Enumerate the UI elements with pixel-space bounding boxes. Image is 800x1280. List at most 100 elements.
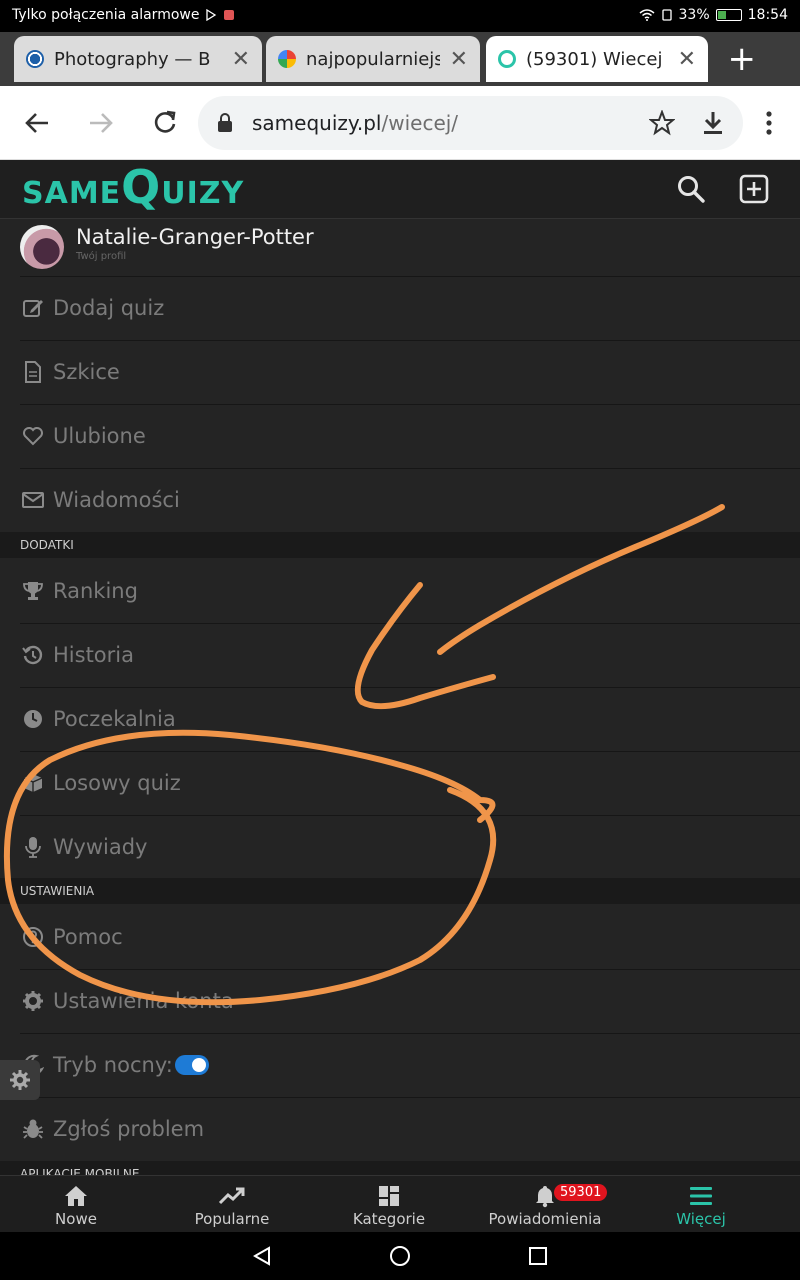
menu-item-label: Ustawienia konta xyxy=(53,989,234,1013)
clock-time: 18:54 xyxy=(747,7,788,23)
menu-item-tryb-nocny[interactable]: Tryb nocny: xyxy=(0,1033,800,1097)
back-button[interactable] xyxy=(20,106,54,140)
menu-item-zglos-problem[interactable]: Zgłoś problem xyxy=(0,1097,800,1161)
samequizy-favicon xyxy=(498,50,516,68)
forward-button[interactable] xyxy=(84,106,118,140)
battery-icon xyxy=(715,9,742,21)
menu-item-ranking[interactable]: Ranking xyxy=(0,559,800,623)
menu-item-pomoc[interactable]: Pomoc xyxy=(0,905,800,969)
nav-nowe[interactable]: Nowe xyxy=(1,1176,151,1233)
tab-title: najpopularniejsze xyxy=(306,48,440,70)
menu-item-label: Poczekalnia xyxy=(53,707,176,731)
profile-row[interactable]: Natalie-Granger-Potter Twój profil xyxy=(0,219,800,277)
trophy-icon xyxy=(23,582,43,600)
trending-icon xyxy=(218,1187,245,1205)
menu-item-wywiady[interactable]: Wywiady xyxy=(0,815,800,879)
nav-kategorie[interactable]: Kategorie xyxy=(314,1176,464,1233)
night-mode-toggle[interactable] xyxy=(175,1055,209,1075)
nav-wiecej[interactable]: Więcej xyxy=(626,1176,776,1233)
avatar xyxy=(20,225,64,269)
floating-settings-button[interactable] xyxy=(0,1060,40,1100)
cube-icon xyxy=(23,774,43,792)
clock-icon xyxy=(24,710,42,728)
photography-favicon xyxy=(26,50,44,68)
notification-badge: 59301 xyxy=(554,1184,608,1201)
history-icon xyxy=(22,645,43,665)
tab-photography[interactable]: Photography — B ✕ xyxy=(14,36,262,82)
play-store-icon xyxy=(206,9,217,21)
back-triangle-icon[interactable] xyxy=(252,1246,272,1266)
menu-item-szkice[interactable]: Szkice xyxy=(0,340,800,404)
close-tab-icon[interactable]: ✕ xyxy=(232,47,250,72)
carrier-text: Tylko połączenia alarmowe xyxy=(12,7,200,23)
menu-item-label: Dodaj quiz xyxy=(53,296,165,320)
profile-subtitle: Twój profil xyxy=(76,251,127,262)
menu-item-losowy-quiz[interactable]: Losowy quiz xyxy=(0,751,800,815)
home-circle-icon[interactable] xyxy=(389,1245,411,1267)
nav-label: Kategorie xyxy=(352,1210,426,1228)
menu-item-dodaj-quiz[interactable]: Dodaj quiz xyxy=(0,276,800,340)
gear-icon xyxy=(10,1070,30,1090)
nav-label: Nowe xyxy=(55,1210,97,1228)
profile-name: Natalie-Granger-Potter xyxy=(76,225,314,249)
close-tab-icon[interactable]: ✕ xyxy=(450,47,468,72)
nav-label: Powiadomienia xyxy=(488,1210,602,1228)
site-header: SAMEQUIZY xyxy=(0,160,800,219)
download-icon[interactable] xyxy=(701,110,725,136)
file-icon xyxy=(25,361,41,383)
menu-item-ustawienia-konta[interactable]: Ustawienia konta xyxy=(0,969,800,1033)
menu-item-label: Wiadomości xyxy=(53,488,180,512)
menu-item-label: Pomoc xyxy=(53,925,123,949)
menu-item-historia[interactable]: Historia xyxy=(0,623,800,687)
reload-button[interactable] xyxy=(148,106,182,140)
gear-icon xyxy=(23,991,43,1011)
reload-icon xyxy=(154,110,176,133)
browser-menu-button[interactable] xyxy=(752,106,786,140)
status-bar: Tylko połączenia alarmowe 33% 18:54 xyxy=(0,0,800,32)
nav-powiadomienia[interactable]: Powiadomienia 59301 xyxy=(470,1176,620,1233)
more-menu: Natalie-Granger-Potter Twój profil Dodaj… xyxy=(0,219,800,1175)
arrow-left-icon xyxy=(25,113,48,133)
app-notification-icon xyxy=(224,10,235,20)
menu-item-label: Zgłoś problem xyxy=(53,1117,205,1141)
google-favicon xyxy=(278,50,296,68)
nav-label: Popularne xyxy=(194,1210,270,1228)
heart-icon xyxy=(23,427,43,446)
battery-percent: 33% xyxy=(678,7,710,23)
close-tab-icon[interactable]: ✕ xyxy=(678,47,696,72)
tab-google[interactable]: najpopularniejsze ✕ xyxy=(266,36,480,82)
home-icon xyxy=(65,1186,87,1206)
menu-icon xyxy=(690,1187,712,1205)
tab-title: Photography — B xyxy=(54,48,211,70)
menu-item-label: Ranking xyxy=(53,579,138,603)
menu-item-ulubione[interactable]: Ulubione xyxy=(0,404,800,468)
browser-tab-strip: Photography — B ✕ najpopularniejsze ✕ (5… xyxy=(0,32,800,86)
add-quiz-icon[interactable] xyxy=(739,174,769,204)
nav-popularne[interactable]: Popularne xyxy=(157,1176,307,1233)
edit-icon xyxy=(23,300,43,317)
wifi-icon xyxy=(639,9,655,21)
envelope-icon xyxy=(22,492,44,508)
samequizy-logo[interactable]: SAMEQUIZY xyxy=(22,164,244,211)
menu-item-wiadomosci[interactable]: Wiadomości xyxy=(0,468,800,532)
kebab-menu-icon xyxy=(766,111,772,135)
new-tab-button[interactable]: + xyxy=(728,42,757,76)
bug-icon xyxy=(23,1119,43,1139)
menu-item-label: Szkice xyxy=(53,360,120,384)
arrow-right-icon xyxy=(90,113,113,133)
menu-item-poczekalnia[interactable]: Poczekalnia xyxy=(0,687,800,751)
section-header-ustawienia: USTAWIENIA xyxy=(0,878,800,904)
browser-toolbar: samequizy.pl/wiecej/ xyxy=(0,86,800,160)
section-header-aplikacje: APLIKACJE MOBILNE xyxy=(0,1161,800,1175)
url-host: samequizy.pl xyxy=(252,111,382,135)
menu-item-label: Ulubione xyxy=(53,424,146,448)
search-icon[interactable] xyxy=(676,174,706,204)
bottom-navigation: Nowe Popularne Kategorie Powiadomienia 5… xyxy=(0,1175,800,1232)
tab-samequizy[interactable]: (59301) Wiecej | s ✕ xyxy=(486,36,708,82)
nav-label: Więcej xyxy=(676,1210,726,1228)
menu-item-label: Losowy quiz xyxy=(53,771,181,795)
address-input[interactable]: samequizy.pl/wiecej/ xyxy=(198,96,743,150)
star-icon[interactable] xyxy=(649,110,675,136)
recents-square-icon[interactable] xyxy=(528,1246,548,1266)
logo-part: SAME xyxy=(22,176,122,211)
